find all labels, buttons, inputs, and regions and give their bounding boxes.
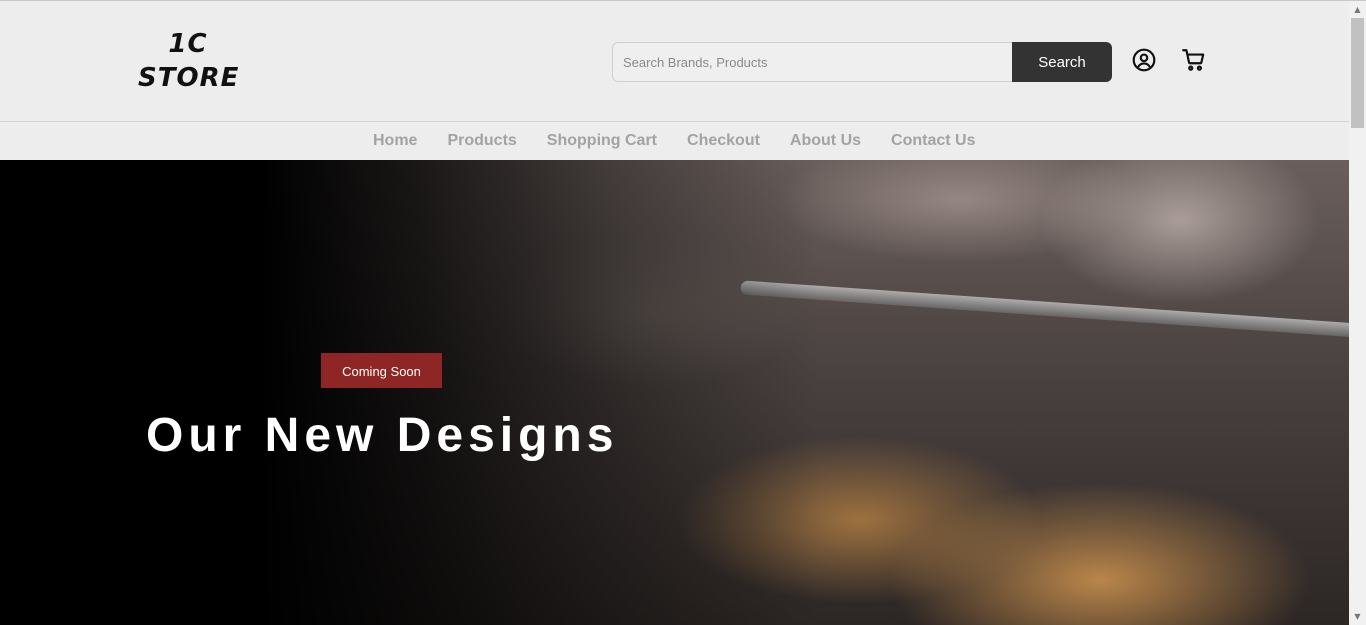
search-bar: Search: [612, 42, 1112, 82]
logo-line-2: STORE: [138, 63, 240, 93]
store-logo[interactable]: 1C STORE: [138, 29, 238, 93]
nav-item-home[interactable]: Home: [358, 132, 432, 150]
nav-item-about-us[interactable]: About Us: [775, 132, 876, 150]
search-input[interactable]: [612, 42, 1012, 82]
logo-line-1: 1C: [168, 29, 208, 59]
hero-dark-overlay: [0, 160, 1349, 625]
coming-soon-badge[interactable]: Coming Soon: [321, 353, 442, 388]
nav-item-contact-us[interactable]: Contact Us: [876, 132, 990, 150]
nav-links: Home Products Shopping Cart Checkout Abo…: [358, 122, 990, 160]
user-circle-icon[interactable]: [1131, 47, 1157, 73]
shopping-cart-icon[interactable]: [1181, 47, 1207, 73]
scrollbar-thumb[interactable]: [1351, 18, 1364, 128]
nav-item-products[interactable]: Products: [432, 132, 531, 150]
hero-banner: Coming Soon Our New Designs: [0, 160, 1349, 625]
nav-item-shopping-cart[interactable]: Shopping Cart: [532, 132, 672, 150]
scroll-down-arrow-icon[interactable]: ▼: [1349, 608, 1366, 625]
scroll-up-arrow-icon[interactable]: ▲: [1349, 1, 1366, 18]
main-navigation: Home Products Shopping Cart Checkout Abo…: [0, 121, 1349, 160]
nav-item-checkout[interactable]: Checkout: [672, 132, 775, 150]
search-button[interactable]: Search: [1012, 42, 1112, 82]
site-header: 1C STORE Search: [0, 1, 1349, 121]
page-scrollbar[interactable]: ▲ ▼: [1349, 1, 1366, 625]
hero-title: Our New Designs: [146, 409, 619, 462]
